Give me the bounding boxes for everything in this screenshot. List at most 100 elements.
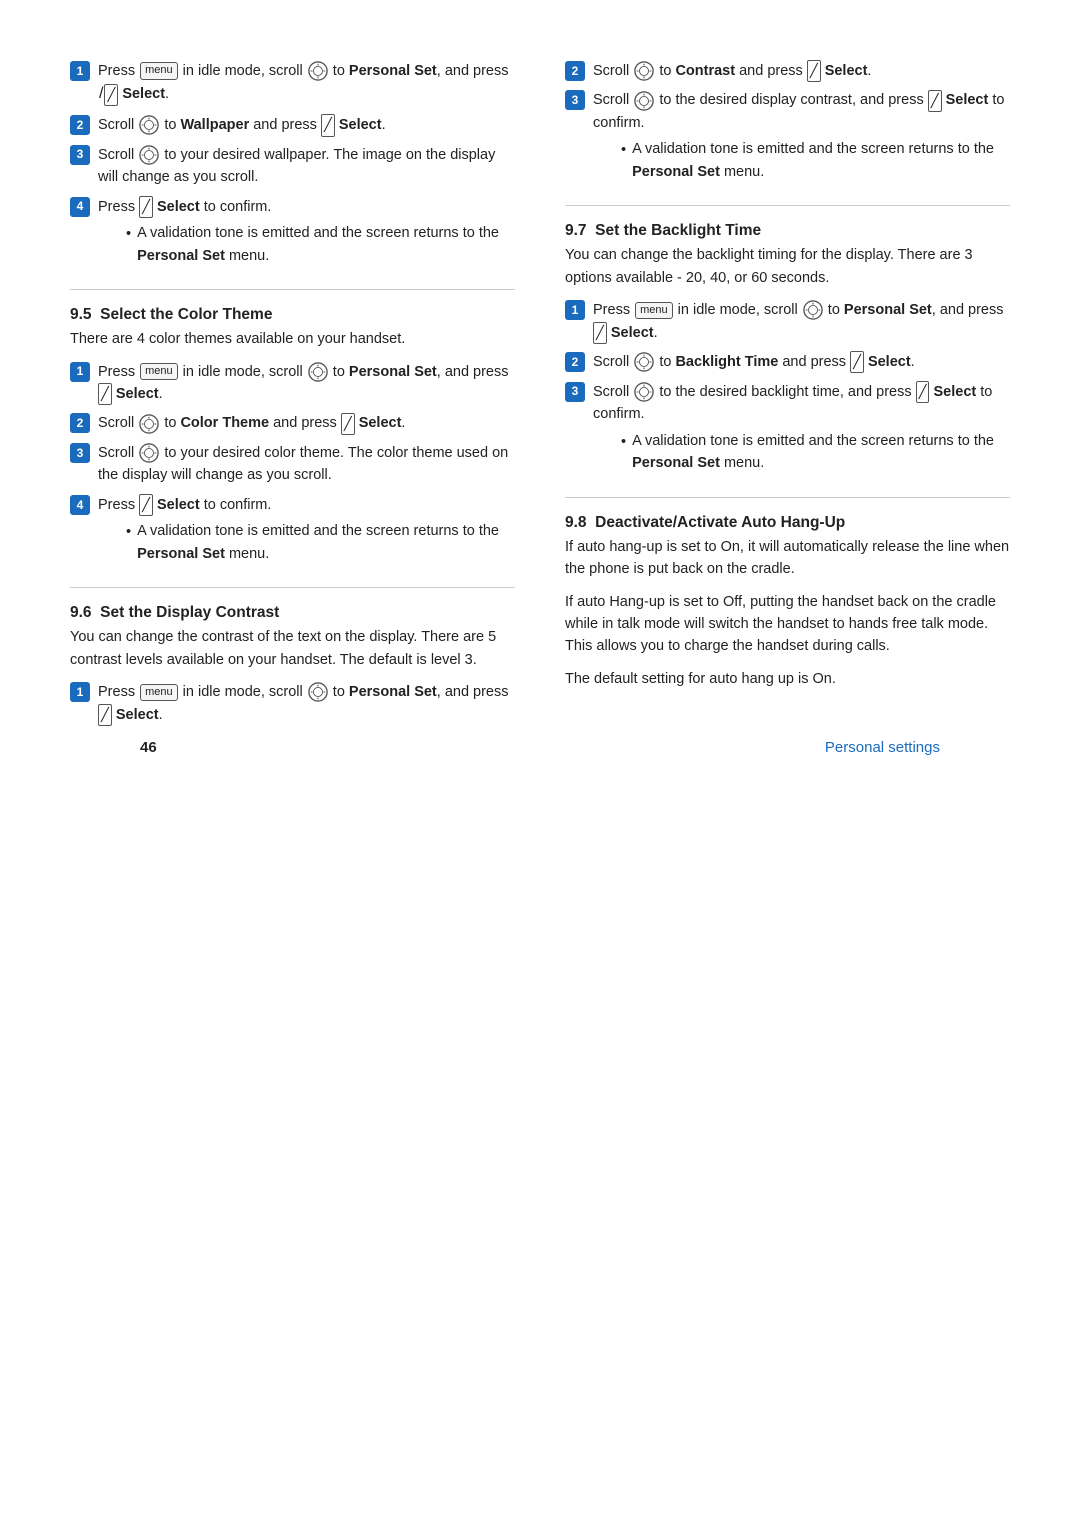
menu-icon: menu bbox=[140, 684, 178, 701]
bullet-item: • A validation tone is emitted and the s… bbox=[126, 520, 515, 565]
display-contrast-steps-cont: 2 Scroll to Contrast and press ╱ Select.… bbox=[565, 60, 1010, 183]
bullet-item: • A validation tone is emitted and the s… bbox=[126, 222, 515, 267]
step-item: 1 Press menu in idle mode, scroll to Per… bbox=[70, 60, 515, 107]
wallpaper-steps: 1 Press menu in idle mode, scroll to Per… bbox=[70, 60, 515, 267]
page-number: 46 bbox=[140, 739, 157, 756]
bullet-dot: • bbox=[126, 521, 131, 543]
section-96: 9.6 Set the Display Contrast You can cha… bbox=[70, 604, 515, 726]
scroll-icon bbox=[139, 115, 159, 135]
page-footer: 46 Personal settings bbox=[70, 766, 1010, 806]
step-content: Scroll to Backlight Time and press ╱ Sel… bbox=[593, 351, 1010, 373]
section-divider bbox=[565, 205, 1010, 206]
step-content: Press ╱ Select to confirm. • A validatio… bbox=[98, 196, 515, 267]
display-contrast-steps: 1 Press menu in idle mode, scroll to Per… bbox=[70, 681, 515, 726]
step-content: Press menu in idle mode, scroll to Perso… bbox=[593, 299, 1010, 344]
step-content: Scroll to Wallpaper and press ╱ Select. bbox=[98, 114, 515, 136]
step-number: 3 bbox=[565, 382, 585, 402]
select-icon: ⿯/ bbox=[99, 82, 103, 107]
step-content: Scroll to the desired backlight time, an… bbox=[593, 381, 1010, 475]
menu-icon: menu bbox=[635, 302, 673, 319]
step-number: 2 bbox=[70, 413, 90, 433]
bullet-item: • A validation tone is emitted and the s… bbox=[621, 430, 1010, 475]
section-desc: You can change the backlight timing for … bbox=[565, 244, 1010, 289]
scroll-icon bbox=[634, 352, 654, 372]
section-number: 9.8 bbox=[565, 514, 587, 531]
step-item: 4 Press ╱ Select to confirm. • A validat… bbox=[70, 494, 515, 565]
step-number: 2 bbox=[565, 352, 585, 372]
backlight-steps: 1 Press menu in idle mode, scroll to Per… bbox=[565, 299, 1010, 474]
step-content: Scroll to Contrast and press ╱ Select. bbox=[593, 60, 1010, 82]
section-title: 9.7 Set the Backlight Time bbox=[565, 222, 1010, 240]
step-number: 2 bbox=[565, 61, 585, 81]
step-item: 2 Scroll to Wallpaper and press ╱ Select… bbox=[70, 114, 515, 136]
scroll-icon bbox=[634, 91, 654, 111]
main-content: 1 Press menu in idle mode, scroll to Per… bbox=[70, 60, 1010, 736]
section-desc-1: If auto hang-up is set to On, it will au… bbox=[565, 536, 1010, 581]
section-number: 9.6 bbox=[70, 604, 92, 621]
bullet-dot: • bbox=[621, 139, 626, 161]
scroll-icon bbox=[308, 61, 328, 81]
menu-icon: menu bbox=[140, 62, 178, 79]
scroll-icon bbox=[308, 682, 328, 702]
scroll-icon bbox=[634, 382, 654, 402]
step-item: 1 Press menu in idle mode, scroll to Per… bbox=[70, 361, 515, 406]
step-content: Scroll to Color Theme and press ╱ Select… bbox=[98, 412, 515, 434]
bullet-dot: • bbox=[621, 431, 626, 453]
step-number: 3 bbox=[70, 443, 90, 463]
section-desc-2: If auto Hang-up is set to Off, putting t… bbox=[565, 591, 1010, 658]
step-item: 3 Scroll to the desired display contrast… bbox=[565, 89, 1010, 183]
bullet-text: A validation tone is emitted and the scr… bbox=[632, 138, 1010, 183]
step-content: Press ╱ Select to confirm. • A validatio… bbox=[98, 494, 515, 565]
bullet-text: A validation tone is emitted and the scr… bbox=[632, 430, 1010, 475]
section-title: 9.6 Set the Display Contrast bbox=[70, 604, 515, 622]
step-content: Press menu in idle mode, scroll to Perso… bbox=[98, 60, 515, 107]
step-number: 1 bbox=[70, 61, 90, 81]
scroll-icon bbox=[634, 61, 654, 81]
step-item: 3 Scroll to your desired color theme. Th… bbox=[70, 442, 515, 487]
section-desc: You can change the contrast of the text … bbox=[70, 626, 515, 671]
bullet-text: A validation tone is emitted and the scr… bbox=[137, 520, 515, 565]
bullet-text: A validation tone is emitted and the scr… bbox=[137, 222, 515, 267]
step-item: 2 Scroll to Color Theme and press ╱ Sele… bbox=[70, 412, 515, 434]
step-item: 1 Press menu in idle mode, scroll to Per… bbox=[565, 299, 1010, 344]
right-column: 2 Scroll to Contrast and press ╱ Select.… bbox=[565, 60, 1010, 736]
step-item: 2 Scroll to Contrast and press ╱ Select. bbox=[565, 60, 1010, 82]
step-content: Scroll to the desired display contrast, … bbox=[593, 89, 1010, 183]
step-number: 2 bbox=[70, 115, 90, 135]
step-number: 3 bbox=[565, 90, 585, 110]
step-content: Scroll to your desired wallpaper. The im… bbox=[98, 144, 515, 189]
scroll-icon bbox=[139, 443, 159, 463]
section-divider bbox=[70, 289, 515, 290]
page-label: Personal settings bbox=[825, 739, 940, 756]
step-item: 2 Scroll to Backlight Time and press ╱ S… bbox=[565, 351, 1010, 373]
scroll-icon bbox=[803, 300, 823, 320]
step-item: 3 Scroll to your desired wallpaper. The … bbox=[70, 144, 515, 189]
section-98: 9.8 Deactivate/Activate Auto Hang-Up If … bbox=[565, 514, 1010, 691]
step-item: 4 Press ╱ Select to confirm. • A validat… bbox=[70, 196, 515, 267]
section-96-continued: 2 Scroll to Contrast and press ╱ Select.… bbox=[565, 60, 1010, 183]
section-95: 9.5 Select the Color Theme There are 4 c… bbox=[70, 306, 515, 565]
step-number: 4 bbox=[70, 197, 90, 217]
section-desc: There are 4 color themes available on yo… bbox=[70, 328, 515, 350]
step-number: 4 bbox=[70, 495, 90, 515]
section-title: 9.5 Select the Color Theme bbox=[70, 306, 515, 324]
section-number: 9.5 bbox=[70, 306, 92, 323]
section-number: 9.7 bbox=[565, 222, 587, 239]
step-item: 3 Scroll to the desired backlight time, … bbox=[565, 381, 1010, 475]
step-content: Press menu in idle mode, scroll to Perso… bbox=[98, 361, 515, 406]
section-desc-3: The default setting for auto hang up is … bbox=[565, 668, 1010, 690]
bullet-dot: • bbox=[126, 223, 131, 245]
scroll-icon bbox=[308, 362, 328, 382]
section-97: 9.7 Set the Backlight Time You can chang… bbox=[565, 222, 1010, 474]
step-content: Scroll to your desired color theme. The … bbox=[98, 442, 515, 487]
scroll-icon bbox=[139, 145, 159, 165]
section-divider bbox=[70, 587, 515, 588]
step-content: Press menu in idle mode, scroll to Perso… bbox=[98, 681, 515, 726]
menu-icon: menu bbox=[140, 363, 178, 380]
step-number: 3 bbox=[70, 145, 90, 165]
step-item: 1 Press menu in idle mode, scroll to Per… bbox=[70, 681, 515, 726]
bullet-item: • A validation tone is emitted and the s… bbox=[621, 138, 1010, 183]
color-theme-steps: 1 Press menu in idle mode, scroll to Per… bbox=[70, 361, 515, 566]
scroll-icon bbox=[139, 414, 159, 434]
step-number: 1 bbox=[70, 362, 90, 382]
